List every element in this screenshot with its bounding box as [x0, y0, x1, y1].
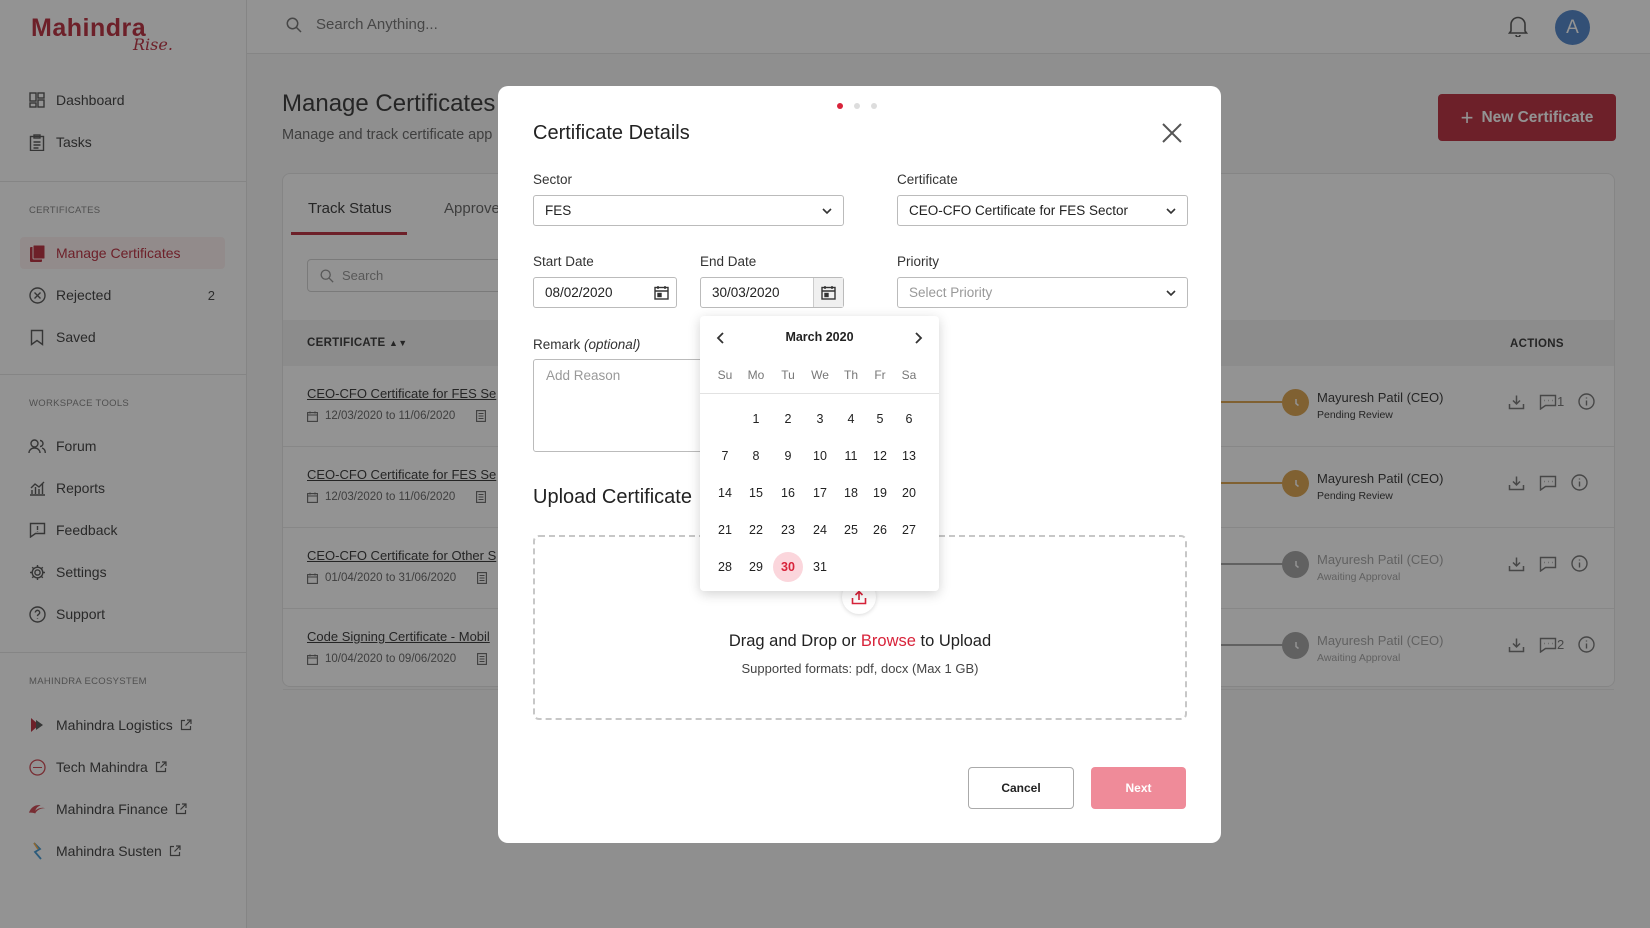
drop-text-end: to Upload	[920, 632, 992, 650]
next-button[interactable]: Next	[1091, 767, 1186, 809]
calendar-day[interactable]: 24	[805, 515, 835, 545]
weekday-header: Fr	[874, 368, 886, 382]
drop-text-start: Drag and Drop or	[728, 632, 857, 650]
calendar-icon[interactable]	[646, 278, 676, 307]
calendar-day[interactable]: 14	[710, 478, 740, 508]
end-date-label: End Date	[700, 254, 757, 269]
calendar-month-label: March 2020	[785, 330, 854, 344]
calendar-day[interactable]: 28	[710, 552, 740, 582]
remark-optional-text: (optional)	[584, 337, 641, 352]
calendar-day[interactable]: 6	[894, 404, 924, 434]
certificate-select[interactable]: CEO-CFO Certificate for FES Sector	[897, 195, 1188, 226]
close-icon[interactable]	[1161, 122, 1183, 144]
calendar-divider	[700, 393, 939, 394]
supported-formats-text: Supported formats: pdf, docx (Max 1 GB)	[741, 661, 979, 676]
weekday-header: We	[811, 368, 829, 382]
calendar-day[interactable]: 29	[741, 552, 771, 582]
calendar-day[interactable]: 25	[836, 515, 866, 545]
upload-certificate-title: Upload Certificate	[533, 486, 692, 508]
priority-label: Priority	[897, 254, 940, 269]
chevron-down-icon	[1166, 290, 1176, 297]
start-date-input[interactable]: 08/02/2020	[533, 277, 677, 308]
calendar-day[interactable]: 7	[710, 441, 740, 471]
calendar-day[interactable]: 31	[805, 552, 835, 582]
calendar-day[interactable]: 1	[741, 404, 771, 434]
chevron-down-icon	[1166, 208, 1176, 215]
step-dot	[854, 103, 860, 109]
browse-link[interactable]: Browse	[861, 632, 916, 650]
calendar-day[interactable]: 9	[773, 441, 803, 471]
step-indicator	[837, 103, 888, 109]
step-dot	[871, 103, 877, 109]
calendar-day-selected[interactable]: 30	[773, 552, 803, 582]
calendar-day[interactable]: 13	[894, 441, 924, 471]
remark-label-text: Remark	[533, 337, 581, 352]
calendar-day[interactable]: 11	[836, 441, 866, 471]
priority-placeholder: Select Priority	[909, 285, 993, 300]
modal-title: Certificate Details	[533, 122, 690, 144]
calendar-day[interactable]: 3	[805, 404, 835, 434]
calendar-day[interactable]: 12	[865, 441, 895, 471]
calendar-day[interactable]: 10	[805, 441, 835, 471]
remark-placeholder: Add Reason	[546, 368, 621, 383]
calendar-day[interactable]: 20	[894, 478, 924, 508]
sector-value: FES	[545, 203, 572, 218]
weekday-header: Mo	[747, 368, 765, 382]
calendar-day[interactable]: 2	[773, 404, 803, 434]
certificate-value: CEO-CFO Certificate for FES Sector	[909, 203, 1129, 218]
calendar-day[interactable]: 5	[865, 404, 895, 434]
remark-label: Remark (optional)	[533, 337, 640, 352]
calendar-day[interactable]: 19	[865, 478, 895, 508]
calendar-icon[interactable]	[813, 278, 843, 307]
sector-select[interactable]: FES	[533, 195, 844, 226]
drop-instructions: Drag and Drop or Browse to Upload	[533, 632, 1187, 651]
step-dot-active	[837, 103, 843, 109]
calendar-day[interactable]: 23	[773, 515, 803, 545]
calendar-day[interactable]: 18	[836, 478, 866, 508]
weekday-header: Tu	[781, 368, 795, 382]
calendar-day[interactable]: 15	[741, 478, 771, 508]
priority-select[interactable]: Select Priority	[897, 277, 1188, 308]
calendar-day[interactable]: 27	[894, 515, 924, 545]
calendar-day[interactable]: 17	[805, 478, 835, 508]
start-date-label: Start Date	[533, 254, 594, 269]
calendar-day[interactable]: 26	[865, 515, 895, 545]
start-date-value: 08/02/2020	[545, 285, 613, 300]
chevron-down-icon	[822, 208, 832, 215]
calendar-day[interactable]: 21	[710, 515, 740, 545]
next-month-icon[interactable]	[912, 331, 924, 345]
calendar-day[interactable]: 16	[773, 478, 803, 508]
end-date-value: 30/03/2020	[712, 285, 780, 300]
cancel-button[interactable]: Cancel	[968, 767, 1074, 809]
sector-label: Sector	[533, 172, 573, 187]
weekday-header: Su	[717, 368, 733, 382]
calendar-day[interactable]: 22	[741, 515, 771, 545]
weekday-header: Sa	[901, 368, 917, 382]
calendar-day[interactable]: 8	[741, 441, 771, 471]
calendar-day[interactable]: 4	[836, 404, 866, 434]
end-date-input[interactable]: 30/03/2020	[700, 277, 844, 308]
certificate-label: Certificate	[897, 172, 958, 187]
weekday-header: Th	[843, 368, 858, 382]
